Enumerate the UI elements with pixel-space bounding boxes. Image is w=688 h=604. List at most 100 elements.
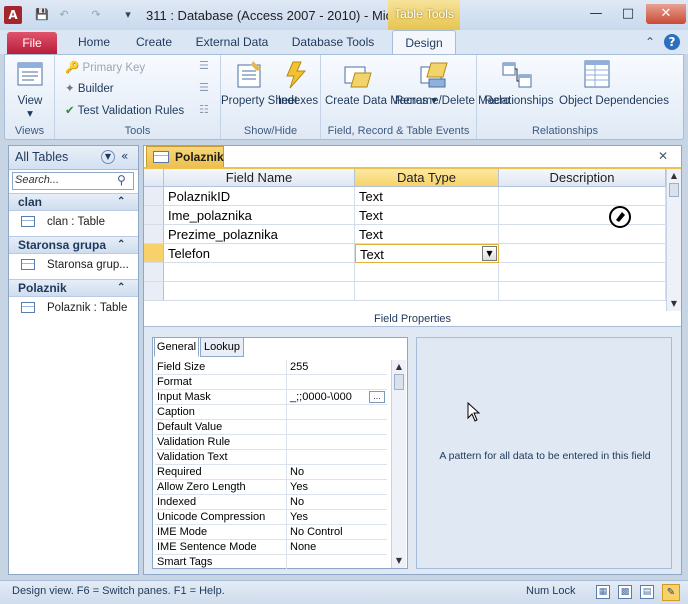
primary-key-button[interactable]: 🔑 Primary Key xyxy=(65,59,145,77)
data-type-cell[interactable] xyxy=(355,282,499,301)
nav-group-polaznik[interactable]: Polaznik ⌃ xyxy=(9,279,138,297)
property-row[interactable]: Default Value xyxy=(155,420,387,435)
description-cell[interactable] xyxy=(499,206,666,225)
scroll-down-icon[interactable]: ▼ xyxy=(392,554,406,568)
tab-design[interactable]: Design xyxy=(392,30,456,55)
property-row[interactable]: IME Mode No Control xyxy=(155,525,387,540)
object-dependencies-button[interactable]: Object Dependencies xyxy=(559,95,669,108)
field-name-cell[interactable] xyxy=(164,263,355,282)
description-cell[interactable] xyxy=(499,244,666,263)
property-row[interactable]: Smart Tags xyxy=(155,555,387,570)
data-type-cell[interactable] xyxy=(355,263,499,282)
create-data-macros-button[interactable]: Create Data Macros ▾ xyxy=(325,95,437,108)
data-type-cell[interactable]: Text xyxy=(355,225,499,244)
scroll-thumb[interactable] xyxy=(394,374,404,390)
field-name-cell[interactable] xyxy=(164,282,355,301)
field-name-cell[interactable]: Ime_polaznika xyxy=(164,206,355,225)
description-cell[interactable] xyxy=(499,282,666,301)
builder-button[interactable]: ✦ Builder xyxy=(65,80,114,98)
row-selector[interactable] xyxy=(144,225,164,244)
collapse-icon[interactable]: ⌃ xyxy=(117,237,125,253)
input-mask-field[interactable]: 000\-0000;;_ xyxy=(288,390,366,405)
tab-database-tools[interactable]: Database Tools xyxy=(286,30,380,54)
description-cell[interactable] xyxy=(499,263,666,282)
grid-vertical-scrollbar[interactable]: ▲ ▼ xyxy=(666,169,681,311)
field-name-cell[interactable]: Telefon xyxy=(164,244,355,263)
nav-group-clan[interactable]: clan ⌃ xyxy=(9,193,138,211)
redo-icon[interactable]: ↷ xyxy=(88,8,104,22)
data-type-cell[interactable]: Text xyxy=(355,206,499,225)
customize-quick-access-icon[interactable]: ▾ xyxy=(120,8,136,22)
minimize-ribbon-icon[interactable]: ⌃ xyxy=(642,34,658,50)
tab-external-data[interactable]: External Data xyxy=(190,30,274,54)
document-tab-polaznik[interactable]: Polaznik xyxy=(146,146,224,167)
row-selector[interactable] xyxy=(144,187,164,206)
field-name-cell[interactable]: PolaznikID xyxy=(164,187,355,206)
datasheet-view-icon[interactable]: ▦ xyxy=(596,585,610,599)
description-cell[interactable] xyxy=(499,225,666,244)
field-name-cell[interactable]: Prezime_polaznika xyxy=(164,225,355,244)
nav-group-staronsa-grupa[interactable]: Staronsa grupa ⌃ xyxy=(9,236,138,254)
nav-pane-header[interactable]: All Tables ▼ « xyxy=(9,146,138,170)
scroll-thumb[interactable] xyxy=(669,183,679,197)
property-row[interactable]: Required No xyxy=(155,465,387,480)
property-row[interactable]: IME Sentence Mode None xyxy=(155,540,387,555)
tab-lookup[interactable]: Lookup xyxy=(200,337,244,357)
test-validation-rules-button[interactable]: ✔ Test Validation Rules xyxy=(65,102,184,120)
property-row-input-mask[interactable]: Input Mask 000\-0000;;_... xyxy=(155,390,387,405)
close-button[interactable]: ✕ xyxy=(646,4,686,24)
property-scrollbar[interactable]: ▲ ▼ xyxy=(391,360,406,568)
description-cell[interactable] xyxy=(499,187,666,206)
property-row[interactable]: Unicode Compression Yes xyxy=(155,510,387,525)
indexes-button[interactable]: Indexes xyxy=(275,95,321,108)
maximize-button[interactable]: □ xyxy=(614,4,642,24)
pivotchart-view-icon[interactable]: ▤ xyxy=(640,585,654,599)
design-view-icon[interactable]: ✎ xyxy=(662,584,680,601)
save-icon[interactable]: 💾 xyxy=(34,8,50,22)
property-row[interactable]: Validation Text xyxy=(155,450,387,465)
tab-file[interactable]: File xyxy=(7,32,57,54)
tab-home[interactable]: Home xyxy=(68,30,120,54)
row-selector[interactable] xyxy=(144,263,164,282)
data-type-cell[interactable]: Text xyxy=(355,187,499,206)
nav-item-polaznik-table[interactable]: Polaznik : Table xyxy=(21,299,127,317)
property-sheet-button[interactable]: Property Sheet xyxy=(221,95,298,108)
property-row[interactable]: Caption xyxy=(155,405,387,420)
scroll-up-icon[interactable]: ▲ xyxy=(392,360,406,374)
delete-rows-icon[interactable]: ☰ xyxy=(199,81,215,95)
row-selector[interactable] xyxy=(144,282,164,301)
property-row[interactable]: Allow Zero Length Yes xyxy=(155,480,387,495)
nav-item-staronsa-grupa[interactable]: Staronsa grup... xyxy=(21,256,129,274)
property-row[interactable]: Field Size 255 xyxy=(155,360,387,375)
tab-create[interactable]: Create xyxy=(128,30,180,54)
shutter-bar-close-icon[interactable]: « xyxy=(121,149,128,163)
close-document-icon[interactable]: ✕ xyxy=(658,149,668,163)
view-icon[interactable] xyxy=(14,59,46,91)
property-row[interactable]: Format xyxy=(155,375,387,390)
modify-lookups-icon[interactable]: ☷ xyxy=(199,103,215,117)
nav-search-box[interactable]: Search... ⚲ xyxy=(12,172,134,190)
minimize-button[interactable]: — xyxy=(582,4,610,24)
insert-rows-icon[interactable]: ☰ xyxy=(199,59,215,73)
property-row[interactable]: Indexed No xyxy=(155,495,387,510)
collapse-icon[interactable]: ⌃ xyxy=(117,194,125,210)
view-button[interactable]: View ▾ xyxy=(5,95,55,121)
scroll-down-icon[interactable]: ▼ xyxy=(667,297,681,311)
row-selector[interactable] xyxy=(144,206,164,225)
search-input[interactable]: Search... xyxy=(15,174,59,186)
data-type-dropdown-button[interactable]: ▼ xyxy=(482,246,497,261)
build-button[interactable]: ... xyxy=(369,391,385,403)
rename-delete-macro-button[interactable]: Rename/Delete Macro xyxy=(395,95,510,108)
nav-item-clan-table[interactable]: clan : Table xyxy=(21,213,105,231)
tab-general[interactable]: General xyxy=(154,337,199,357)
collapse-icon[interactable]: ⌃ xyxy=(117,280,125,296)
row-selector-current[interactable] xyxy=(144,244,164,263)
data-type-cell-active[interactable]: Text xyxy=(355,244,499,263)
property-row[interactable]: Validation Rule xyxy=(155,435,387,450)
pivottable-view-icon[interactable]: ▩ xyxy=(618,585,632,599)
nav-menu-chevron-icon[interactable]: ▼ xyxy=(101,150,115,164)
search-icon[interactable]: ⚲ xyxy=(117,173,126,187)
access-app-icon[interactable]: A xyxy=(4,6,22,24)
undo-icon[interactable]: ↶ xyxy=(56,8,72,22)
help-icon[interactable]: ? xyxy=(664,34,680,50)
